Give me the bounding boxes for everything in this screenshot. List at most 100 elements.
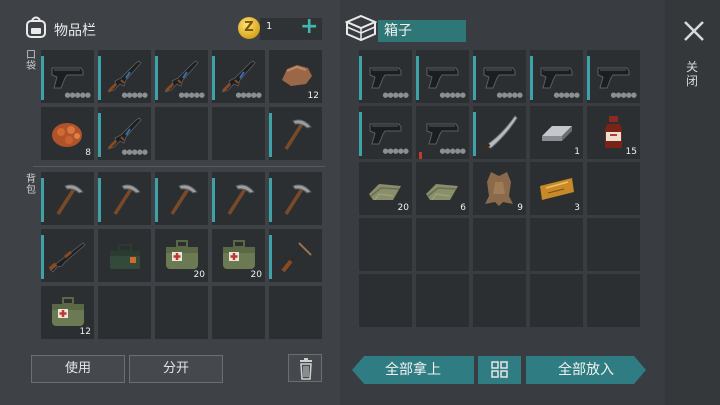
ore-icon — [52, 123, 82, 147]
right-slot[interactable]: ●●●●● — [359, 50, 412, 103]
left-slot[interactable] — [155, 172, 208, 225]
close-label[interactable]: 关闭 — [686, 60, 700, 88]
item-quantity: 20 — [397, 203, 409, 213]
left-slot[interactable] — [98, 229, 151, 282]
left-slot[interactable] — [212, 286, 265, 339]
durability-dots: ●●●●● — [382, 147, 409, 155]
left-slot[interactable] — [155, 107, 208, 160]
right-slot[interactable] — [473, 218, 526, 271]
pocket-label: 口袋 — [26, 50, 36, 72]
left-slot[interactable] — [269, 229, 322, 282]
left-slot[interactable] — [98, 172, 151, 225]
right-slot[interactable] — [416, 218, 469, 271]
left-slot[interactable] — [269, 172, 322, 225]
left-slot[interactable]: ●●●●● — [98, 50, 151, 103]
coin-icon: Z — [238, 17, 260, 39]
pickaxe-icon — [170, 184, 198, 215]
right-slot[interactable]: ●●●●● — [473, 50, 526, 103]
pickaxe-icon — [56, 184, 84, 215]
durability-dots: ●●●●● — [235, 91, 262, 99]
right-slot[interactable]: 1 — [530, 106, 583, 159]
sort-button[interactable] — [478, 356, 521, 384]
use-button[interactable]: 使用 — [31, 355, 125, 383]
grid-icon — [491, 361, 508, 378]
left-slot[interactable]: ●●●●● — [98, 107, 151, 160]
item-quantity: 20 — [250, 270, 262, 280]
right-slot[interactable]: ●●●●● — [587, 50, 640, 103]
item-quantity: 20 — [193, 270, 205, 280]
right-slot[interactable] — [587, 162, 640, 215]
pickaxe-icon — [227, 184, 255, 215]
left-slot[interactable] — [212, 107, 265, 160]
item-quantity: 12 — [79, 327, 91, 337]
item-quantity: 15 — [625, 147, 637, 157]
right-slot[interactable] — [416, 274, 469, 327]
durability-dots: ●●●●● — [553, 91, 580, 99]
left-slot[interactable]: 12 — [41, 286, 94, 339]
durability-dots: ●●●●● — [496, 91, 523, 99]
right-slot[interactable] — [473, 274, 526, 327]
metal-bar-icon — [542, 126, 572, 141]
durability-dots: ●●●●● — [439, 91, 466, 99]
right-slot[interactable] — [530, 218, 583, 271]
coin-count: 1 — [266, 21, 273, 32]
item-quantity: 3 — [574, 203, 580, 213]
coupon-icon — [540, 178, 574, 200]
durability-dots: ●●●●● — [382, 91, 409, 99]
right-slot[interactable]: 20 — [359, 162, 412, 215]
item-quantity: 12 — [307, 91, 319, 101]
pickaxe-icon — [113, 184, 141, 215]
right-slot[interactable]: 15 — [587, 106, 640, 159]
item-quantity: 8 — [85, 148, 91, 158]
take-all-button[interactable]: 全部拿上 — [352, 356, 474, 384]
durability-dots: ●●●●● — [178, 91, 205, 99]
left-slot[interactable] — [41, 229, 94, 282]
left-slot[interactable] — [269, 107, 322, 160]
right-slot[interactable] — [530, 274, 583, 327]
left-slot[interactable]: ●●●●● — [212, 50, 265, 103]
right-slot[interactable] — [587, 218, 640, 271]
add-coins-button[interactable]: + — [300, 15, 318, 39]
left-slot[interactable] — [269, 286, 322, 339]
left-slot[interactable]: 12 — [269, 50, 322, 103]
trash-icon — [300, 358, 312, 380]
close-icon[interactable] — [681, 18, 707, 44]
durability-dots: ●●●●● — [64, 91, 91, 99]
durability-dots: ●●●●● — [610, 91, 637, 99]
right-slot[interactable] — [473, 106, 526, 159]
machete-icon — [481, 115, 518, 152]
left-slot[interactable]: ●●●●● — [155, 50, 208, 103]
crossbow-icon — [281, 240, 312, 273]
right-slot[interactable]: ●●●●● — [530, 50, 583, 103]
right-slot[interactable]: ●●●●● — [416, 106, 469, 159]
right-slot[interactable]: 3 — [530, 162, 583, 215]
right-slot[interactable]: ●●●●● — [416, 50, 469, 103]
left-slot[interactable]: 20 — [212, 229, 265, 282]
right-slot[interactable]: 6 — [416, 162, 469, 215]
trash-button[interactable] — [288, 354, 322, 382]
cloth-icon — [426, 184, 458, 201]
left-slot[interactable]: ●●●●● — [41, 50, 94, 103]
toolbox-icon — [110, 244, 140, 269]
left-slot[interactable] — [155, 286, 208, 339]
left-slot[interactable] — [212, 172, 265, 225]
right-slot[interactable]: ●●●●● — [359, 106, 412, 159]
right-slot[interactable]: 9 — [473, 162, 526, 215]
right-slot[interactable] — [359, 218, 412, 271]
right-slot[interactable] — [587, 274, 640, 327]
left-slot[interactable]: 8 — [41, 107, 94, 160]
durability-dots: ●●●●● — [121, 148, 148, 156]
backpack-label: 背包 — [26, 174, 36, 196]
item-quantity: 1 — [574, 147, 580, 157]
put-all-button[interactable]: 全部放入 — [526, 356, 646, 384]
pickaxe-icon — [284, 184, 312, 215]
left-slot[interactable] — [98, 286, 151, 339]
left-slot[interactable]: 20 — [155, 229, 208, 282]
pickaxe-icon — [284, 119, 312, 150]
item-quantity: 9 — [517, 203, 523, 213]
right-slot[interactable] — [359, 274, 412, 327]
left-slot[interactable] — [41, 172, 94, 225]
split-button[interactable]: 分开 — [129, 355, 223, 383]
section-divider — [33, 166, 325, 167]
durability-dots: ●●●●● — [439, 147, 466, 155]
